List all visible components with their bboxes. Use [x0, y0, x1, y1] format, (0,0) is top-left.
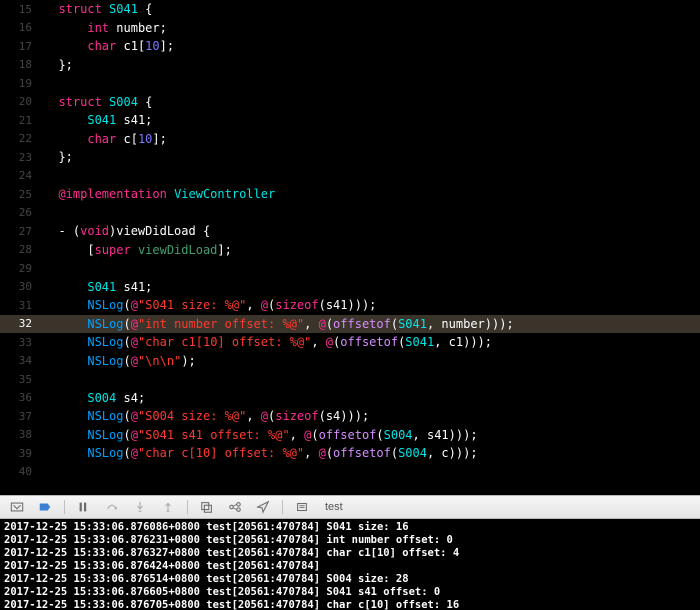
line-number: 25 — [0, 188, 44, 201]
line-number: 32 — [0, 317, 44, 330]
code-line[interactable]: 30 S041 s41; — [0, 278, 700, 297]
code-line[interactable]: 26 — [0, 204, 700, 223]
line-number: 36 — [0, 391, 44, 404]
console-line: 2017-12-25 15:33:06.876514+0800 test[205… — [4, 573, 696, 586]
console-line: 2017-12-25 15:33:06.876086+0800 test[205… — [4, 521, 696, 534]
breakpoints-icon[interactable] — [36, 498, 54, 516]
code-line[interactable]: 33 NSLog(@"char c1[10] offset: %@", @(of… — [0, 333, 700, 352]
code-content: NSLog(@"S041 size: %@", @(sizeof(s41))); — [44, 298, 700, 312]
code-content: - (void)viewDidLoad { — [44, 224, 700, 238]
code-line[interactable]: 22 char c[10]; — [0, 130, 700, 149]
line-number: 19 — [0, 77, 44, 90]
code-line[interactable]: 39 NSLog(@"char c[10] offset: %@", @(off… — [0, 444, 700, 463]
code-line[interactable]: 18 }; — [0, 56, 700, 75]
line-number: 27 — [0, 225, 44, 238]
line-number: 17 — [0, 40, 44, 53]
code-line[interactable]: 34 NSLog(@"\n\n"); — [0, 352, 700, 371]
line-number: 37 — [0, 410, 44, 423]
line-number: 35 — [0, 373, 44, 386]
code-line[interactable]: 21 S041 s41; — [0, 111, 700, 130]
line-number: 38 — [0, 428, 44, 441]
code-line[interactable]: 27 - (void)viewDidLoad { — [0, 222, 700, 241]
code-line[interactable]: 29 — [0, 259, 700, 278]
line-number: 22 — [0, 132, 44, 145]
simulate-location-icon[interactable] — [254, 498, 272, 516]
code-line[interactable]: 25 @implementation ViewController — [0, 185, 700, 204]
code-line[interactable]: 15 struct S041 { — [0, 0, 700, 19]
debug-toolbar: test — [0, 495, 700, 519]
console-output[interactable]: 2017-12-25 15:33:06.876086+0800 test[205… — [0, 519, 700, 610]
code-line[interactable]: 16 int number; — [0, 19, 700, 38]
code-line[interactable]: 40 — [0, 463, 700, 482]
step-over-icon[interactable] — [103, 498, 121, 516]
line-number: 18 — [0, 58, 44, 71]
code-line[interactable]: 17 char c1[10]; — [0, 37, 700, 56]
code-content: NSLog(@"char c[10] offset: %@", @(offset… — [44, 446, 700, 460]
code-content: S041 s41; — [44, 113, 700, 127]
line-number: 24 — [0, 169, 44, 182]
line-number: 20 — [0, 95, 44, 108]
code-content: S004 s4; — [44, 391, 700, 405]
code-editor[interactable]: 15 struct S041 {16 int number;17 char c1… — [0, 0, 700, 495]
console-line: 2017-12-25 15:33:06.876231+0800 test[205… — [4, 534, 696, 547]
code-content: char c1[10]; — [44, 39, 700, 53]
toggle-debug-area-icon[interactable] — [8, 498, 26, 516]
code-content: NSLog(@"S041 s41 offset: %@", @(offsetof… — [44, 428, 700, 442]
code-line[interactable]: 24 — [0, 167, 700, 186]
line-number: 21 — [0, 114, 44, 127]
console-line: 2017-12-25 15:33:06.876605+0800 test[205… — [4, 586, 696, 599]
line-number: 15 — [0, 3, 44, 16]
line-number: 34 — [0, 354, 44, 367]
code-line[interactable]: 31 NSLog(@"S041 size: %@", @(sizeof(s41)… — [0, 296, 700, 315]
code-content: struct S041 { — [44, 2, 700, 16]
code-line[interactable]: 37 NSLog(@"S004 size: %@", @(sizeof(s4))… — [0, 407, 700, 426]
code-content: NSLog(@"\n\n"); — [44, 354, 700, 368]
continue-icon[interactable] — [75, 498, 93, 516]
debug-view-hierarchy-icon[interactable] — [198, 498, 216, 516]
line-number: 33 — [0, 336, 44, 349]
code-content: int number; — [44, 21, 700, 35]
line-number: 26 — [0, 206, 44, 219]
code-content: }; — [44, 58, 700, 72]
code-content: @implementation ViewController — [44, 187, 700, 201]
code-line[interactable]: 32 NSLog(@"int number offset: %@", @(off… — [0, 315, 700, 334]
step-out-icon[interactable] — [159, 498, 177, 516]
code-line[interactable]: 23 }; — [0, 148, 700, 167]
step-into-icon[interactable] — [131, 498, 149, 516]
target-name[interactable]: test — [325, 501, 343, 513]
line-number: 31 — [0, 299, 44, 312]
code-content: }; — [44, 150, 700, 164]
code-content: [super viewDidLoad]; — [44, 243, 700, 257]
line-number: 28 — [0, 243, 44, 256]
code-line[interactable]: 28 [super viewDidLoad]; — [0, 241, 700, 260]
code-line[interactable]: 19 — [0, 74, 700, 93]
code-line[interactable]: 20 struct S004 { — [0, 93, 700, 112]
line-number: 23 — [0, 151, 44, 164]
line-number: 29 — [0, 262, 44, 275]
process-icon[interactable] — [293, 498, 311, 516]
line-number: 30 — [0, 280, 44, 293]
code-content: NSLog(@"char c1[10] offset: %@", @(offse… — [44, 335, 700, 349]
line-number: 16 — [0, 21, 44, 34]
code-content: struct S004 { — [44, 95, 700, 109]
code-content: NSLog(@"int number offset: %@", @(offset… — [44, 317, 700, 331]
console-line: 2017-12-25 15:33:06.876327+0800 test[205… — [4, 547, 696, 560]
line-number: 39 — [0, 447, 44, 460]
code-line[interactable]: 38 NSLog(@"S041 s41 offset: %@", @(offse… — [0, 426, 700, 445]
console-line: 2017-12-25 15:33:06.876424+0800 test[205… — [4, 560, 696, 573]
code-content: S041 s41; — [44, 280, 700, 294]
debug-memory-graph-icon[interactable] — [226, 498, 244, 516]
console-line: 2017-12-25 15:33:06.876705+0800 test[205… — [4, 599, 696, 610]
code-content: char c[10]; — [44, 132, 700, 146]
code-line[interactable]: 36 S004 s4; — [0, 389, 700, 408]
code-line[interactable]: 35 — [0, 370, 700, 389]
code-content: NSLog(@"S004 size: %@", @(sizeof(s4))); — [44, 409, 700, 423]
line-number: 40 — [0, 465, 44, 478]
